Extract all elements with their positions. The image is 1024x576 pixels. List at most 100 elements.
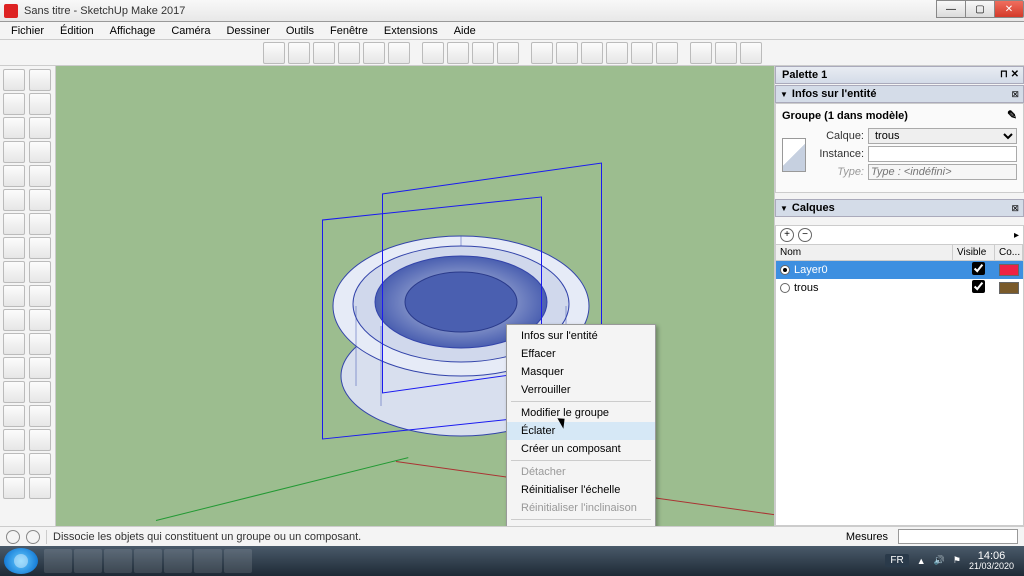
start-button[interactable] xyxy=(4,548,38,574)
maximize-button[interactable]: ▢ xyxy=(965,0,995,18)
menu-affichage[interactable]: Affichage xyxy=(103,24,163,38)
tool-icon[interactable] xyxy=(3,93,25,115)
tool-button[interactable] xyxy=(690,42,712,64)
layer-row[interactable]: trous xyxy=(776,279,1023,297)
taskbar-item[interactable] xyxy=(164,549,192,573)
context-menu-item[interactable]: Éclater xyxy=(507,422,655,440)
context-menu-item[interactable]: Réinitialiser l'échelle xyxy=(507,481,655,499)
tool-button[interactable] xyxy=(447,42,469,64)
tool-icon[interactable] xyxy=(3,261,25,283)
tool-icon[interactable] xyxy=(29,357,51,379)
tool-icon[interactable] xyxy=(29,381,51,403)
tool-button[interactable] xyxy=(363,42,385,64)
tool-icon[interactable] xyxy=(3,477,25,499)
layer-select[interactable]: trous xyxy=(868,128,1017,144)
taskbar-item[interactable] xyxy=(74,549,102,573)
edit-icon[interactable]: ✎ xyxy=(1007,108,1017,122)
panel-pin-icon[interactable]: ⊓ ✕ xyxy=(1000,69,1019,80)
tool-icon[interactable] xyxy=(29,477,51,499)
context-menu-item[interactable]: Modifier le groupe xyxy=(507,404,655,422)
tool-icon[interactable] xyxy=(3,309,25,331)
context-menu-item[interactable]: Infos sur l'entité xyxy=(507,327,655,345)
tool-button[interactable] xyxy=(422,42,444,64)
tool-button[interactable] xyxy=(531,42,553,64)
tray-icon[interactable]: ▲ xyxy=(917,556,926,566)
tool-icon[interactable] xyxy=(3,405,25,427)
tool-button[interactable] xyxy=(556,42,578,64)
instance-input[interactable] xyxy=(868,146,1017,162)
tool-icon[interactable] xyxy=(29,453,51,475)
taskbar-item[interactable] xyxy=(104,549,132,573)
menu-dessiner[interactable]: Dessiner xyxy=(219,24,276,38)
tool-button[interactable] xyxy=(313,42,335,64)
tool-icon[interactable] xyxy=(29,117,51,139)
clock[interactable]: 14:06 21/03/2020 xyxy=(969,550,1014,572)
layer-color-swatch[interactable] xyxy=(999,282,1019,294)
tool-button[interactable] xyxy=(581,42,603,64)
menu-extensions[interactable]: Extensions xyxy=(377,24,445,38)
tool-icon[interactable] xyxy=(3,237,25,259)
language-indicator[interactable]: FR xyxy=(885,554,908,567)
col-color[interactable]: Co... xyxy=(995,245,1023,260)
taskbar-item[interactable] xyxy=(134,549,162,573)
context-menu-item[interactable]: Créer un composant xyxy=(507,440,655,458)
tool-button[interactable] xyxy=(631,42,653,64)
tool-icon[interactable] xyxy=(3,117,25,139)
viewport[interactable]: Infos sur l'entitéEffacerMasquerVerrouil… xyxy=(56,66,774,526)
layer-row[interactable]: Layer0 xyxy=(776,261,1023,279)
layers-header[interactable]: ▼ Calques ⊠ xyxy=(775,199,1024,217)
tool-icon[interactable] xyxy=(29,285,51,307)
col-visible[interactable]: Visible xyxy=(953,245,995,260)
tool-icon[interactable] xyxy=(3,141,25,163)
taskbar-item[interactable] xyxy=(224,549,252,573)
collapse-icon[interactable]: ▼ xyxy=(780,90,788,99)
tool-button[interactable] xyxy=(740,42,762,64)
context-menu-item[interactable]: Masquer xyxy=(507,363,655,381)
menu-outils[interactable]: Outils xyxy=(279,24,321,38)
menu-camera[interactable]: Caméra xyxy=(164,24,217,38)
layer-active-radio[interactable] xyxy=(780,283,790,293)
tool-icon[interactable] xyxy=(29,309,51,331)
taskbar-item[interactable] xyxy=(44,549,72,573)
tool-icon[interactable] xyxy=(29,165,51,187)
tool-button[interactable] xyxy=(388,42,410,64)
menu-fichier[interactable]: Fichier xyxy=(4,24,51,38)
tray-icon[interactable]: ⚑ xyxy=(953,555,961,566)
add-layer-button[interactable]: + xyxy=(780,228,794,242)
tool-icon[interactable] xyxy=(29,237,51,259)
tool-icon[interactable] xyxy=(29,261,51,283)
tool-icon[interactable] xyxy=(3,333,25,355)
tool-icon[interactable] xyxy=(3,189,25,211)
minimize-button[interactable]: — xyxy=(936,0,966,18)
layer-menu-icon[interactable]: ▸ xyxy=(1014,230,1019,241)
close-button[interactable]: ✕ xyxy=(994,0,1024,18)
tool-icon[interactable] xyxy=(3,381,25,403)
tool-button[interactable] xyxy=(606,42,628,64)
tool-button[interactable] xyxy=(656,42,678,64)
menu-edition[interactable]: Édition xyxy=(53,24,101,38)
tool-icon[interactable] xyxy=(3,165,25,187)
tool-button[interactable] xyxy=(263,42,285,64)
tray-icon[interactable]: 🔊 xyxy=(934,555,945,566)
entity-info-header[interactable]: ▼ Infos sur l'entité ⊠ xyxy=(775,85,1024,103)
tool-icon[interactable] xyxy=(3,285,25,307)
panel-close-icon[interactable]: ⊠ xyxy=(1011,89,1019,100)
geo-icon[interactable] xyxy=(6,530,20,544)
select-tool-icon[interactable] xyxy=(3,69,25,91)
menu-fenetre[interactable]: Fenêtre xyxy=(323,24,375,38)
col-name[interactable]: Nom xyxy=(776,245,953,260)
context-menu-item[interactable]: Effacer xyxy=(507,345,655,363)
layer-active-radio[interactable] xyxy=(780,265,790,275)
tool-icon[interactable] xyxy=(29,93,51,115)
tool-icon[interactable] xyxy=(29,141,51,163)
tool-button[interactable] xyxy=(715,42,737,64)
tool-icon[interactable] xyxy=(29,213,51,235)
tool-icon[interactable] xyxy=(29,429,51,451)
context-menu-item[interactable]: Verrouiller xyxy=(507,381,655,399)
remove-layer-button[interactable]: − xyxy=(798,228,812,242)
taskbar-item[interactable] xyxy=(194,549,222,573)
tool-icon[interactable] xyxy=(3,429,25,451)
tool-button[interactable] xyxy=(472,42,494,64)
credits-icon[interactable] xyxy=(26,530,40,544)
tool-icon[interactable] xyxy=(3,213,25,235)
